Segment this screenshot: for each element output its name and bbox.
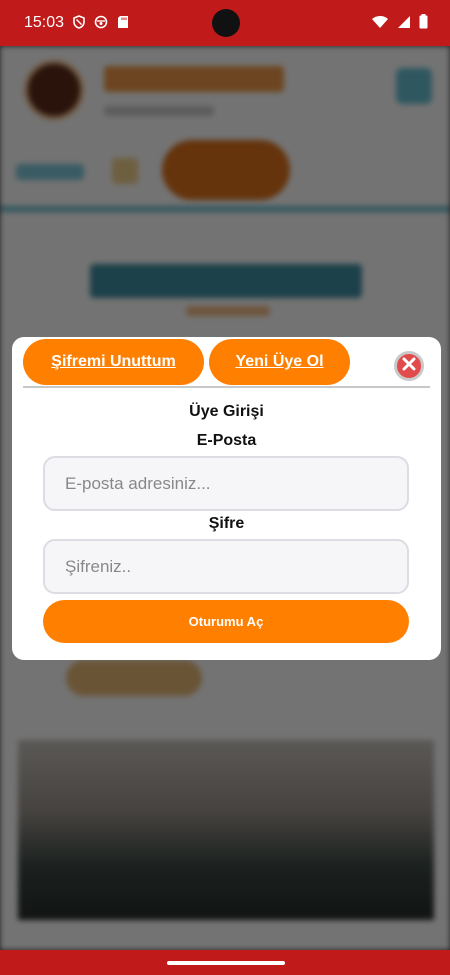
- battery-icon: [419, 14, 428, 34]
- navigation-bar: [0, 950, 450, 975]
- status-icons-left: [72, 15, 130, 29]
- wifi-icon: [371, 15, 389, 34]
- screen: 15:03 Şifremi Unuttum Yeni Üye Ol Üye Gi…: [0, 0, 450, 975]
- email-field[interactable]: [43, 456, 409, 511]
- close-icon: [402, 357, 416, 376]
- home-indicator[interactable]: [167, 961, 285, 965]
- modal-divider: [23, 386, 430, 388]
- close-button[interactable]: [394, 351, 424, 381]
- status-bar: 15:03: [0, 0, 450, 46]
- status-icons-right: [371, 14, 428, 34]
- sd-card-icon: [116, 15, 130, 29]
- forgot-password-tab[interactable]: Şifremi Unuttum: [23, 339, 204, 385]
- password-label: Şifre: [208, 515, 245, 532]
- email-label: E-Posta: [196, 432, 257, 449]
- new-member-tab[interactable]: Yeni Üye Ol: [209, 339, 350, 385]
- camera-cutout: [212, 9, 240, 37]
- media-icon: [94, 15, 108, 29]
- status-time: 15:03: [24, 14, 65, 31]
- vpn-shield-icon: [72, 15, 86, 29]
- password-field[interactable]: [43, 539, 409, 594]
- signal-icon: [397, 15, 411, 34]
- login-button[interactable]: Oturumu Aç: [43, 600, 409, 643]
- login-heading: Üye Girişi: [189, 403, 264, 420]
- login-modal: Şifremi Unuttum Yeni Üye Ol Üye Girişi E…: [12, 337, 441, 660]
